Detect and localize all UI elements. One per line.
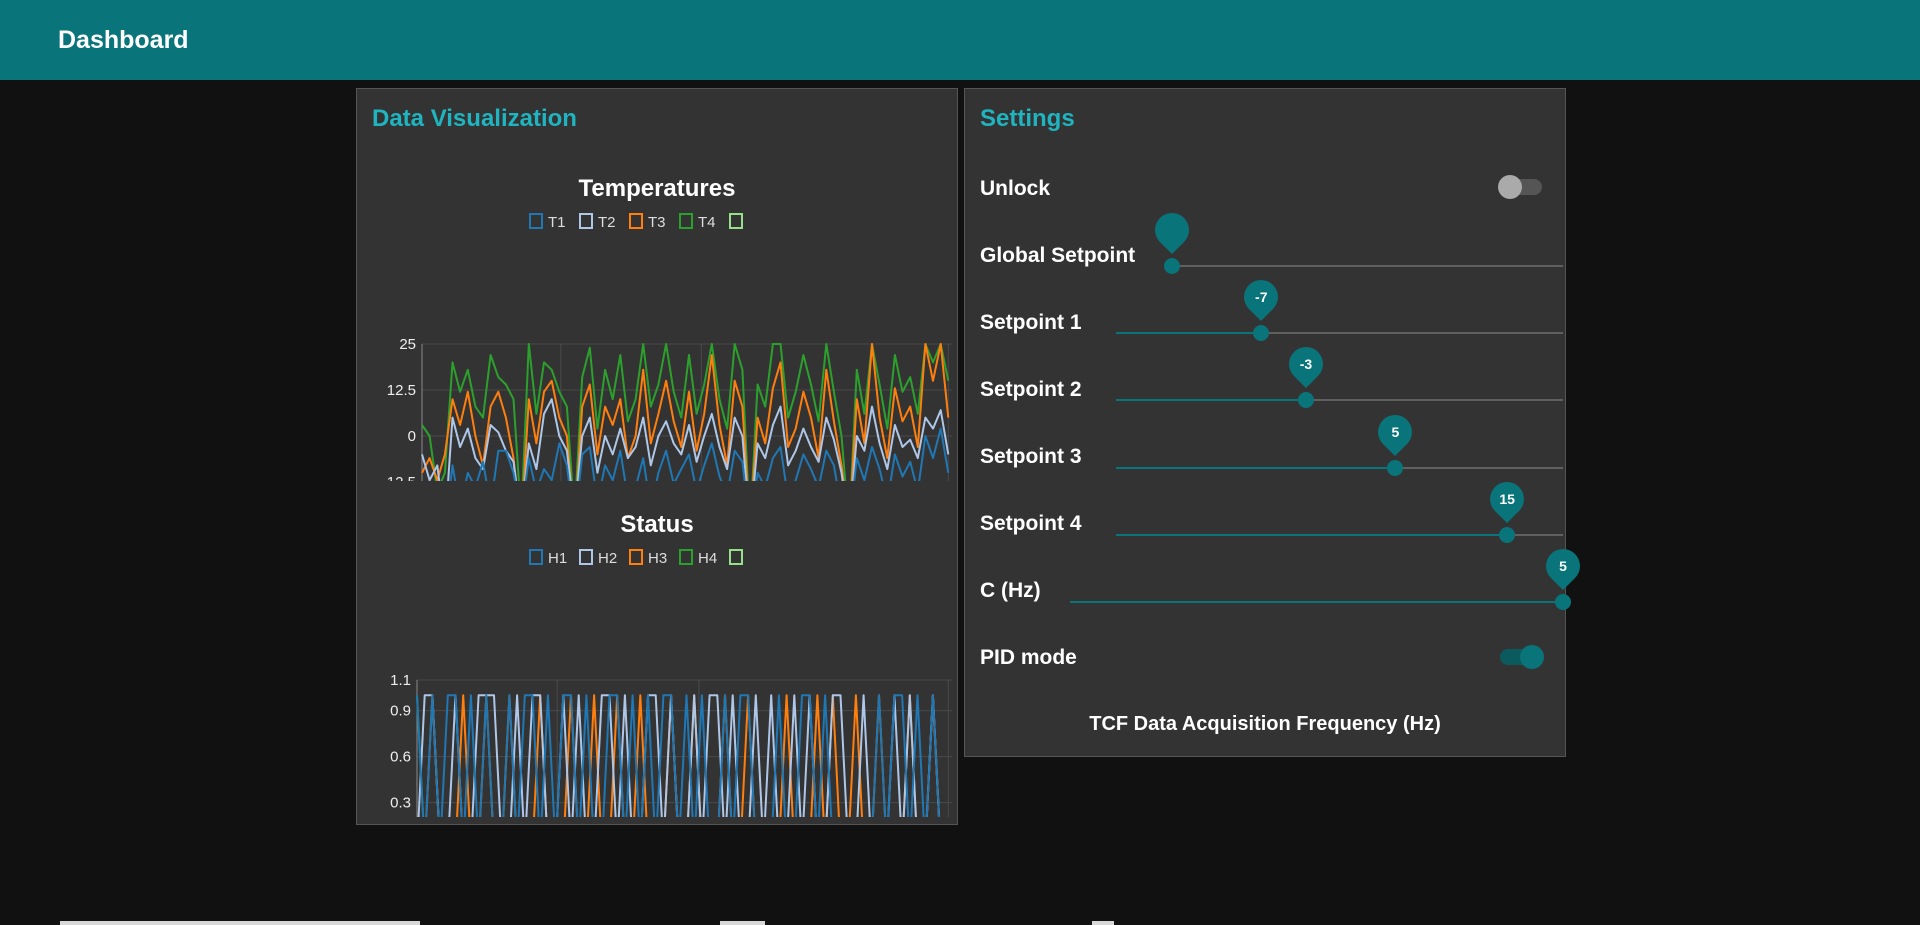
setpoint-2-value: -3 — [1299, 356, 1313, 372]
global-setpoint-slider[interactable] — [1147, 205, 1563, 274]
bottom-scroll-strip — [1092, 921, 1114, 925]
legend-swatch — [679, 213, 693, 229]
y-tick-label: -12.5 — [382, 474, 416, 481]
legend-label: H2 — [598, 550, 617, 567]
y-tick-label: 12.5 — [387, 382, 416, 399]
slider-fill — [1070, 601, 1563, 603]
setpoint-4-value: 15 — [1499, 491, 1515, 507]
unlock-toggle-knob — [1498, 175, 1522, 199]
legend-swatch — [529, 213, 543, 229]
chart-title: Temperatures — [579, 175, 736, 202]
setpoint-2-slider[interactable]: -3 — [1116, 339, 1563, 408]
slider-fill — [1116, 467, 1396, 469]
slider-thumb[interactable] — [1499, 527, 1516, 543]
setpoint-3-label: Setpoint 3 — [980, 445, 1082, 468]
y-tick-label: 0.9 — [390, 703, 411, 720]
legend-swatch — [579, 213, 593, 229]
global-setpoint-label: Global Setpoint — [980, 244, 1136, 267]
data-visualization-card: Data Visualization Temperatures T1 T2 T3 T4 2… — [356, 88, 958, 825]
slider-thumb[interactable] — [1387, 460, 1404, 476]
legend-swatch — [529, 549, 543, 565]
unlock-toggle[interactable] — [1498, 175, 1542, 199]
slider-thumb[interactable] — [1555, 594, 1571, 610]
legend-swatch — [629, 549, 643, 565]
y-tick-label: 0.6 — [390, 749, 411, 766]
bottom-scroll-strip — [720, 921, 765, 925]
y-tick-label: 25 — [399, 336, 416, 353]
setpoint-1-slider[interactable]: -7 — [1116, 272, 1563, 341]
legend-swatch — [579, 549, 593, 565]
setpoint-2-label: Setpoint 2 — [980, 378, 1082, 401]
legend-swatch — [729, 549, 743, 565]
frequency-value: 5 — [1559, 558, 1567, 574]
legend-swatch — [629, 213, 643, 229]
setpoint-3-value: 5 — [1391, 424, 1400, 440]
legend-label: T4 — [698, 214, 716, 231]
series-line-t2 — [421, 398, 950, 481]
top-bar: Dashboard — [0, 0, 1920, 80]
slider-value-pin — [1147, 205, 1197, 255]
settings-title: Settings — [980, 105, 1075, 132]
legend-label: H1 — [548, 550, 567, 567]
legend-label: T1 — [548, 214, 566, 231]
setpoint-1-label: Setpoint 1 — [980, 311, 1082, 334]
pid-mode-toggle[interactable] — [1500, 645, 1544, 669]
slider-thumb[interactable] — [1164, 258, 1180, 274]
frequency-label: C (Hz) — [980, 579, 1041, 602]
slider-thumb[interactable] — [1253, 325, 1270, 341]
setpoint-4-label: Setpoint 4 — [980, 512, 1082, 535]
pid-mode-label: PID mode — [980, 646, 1077, 669]
slider-fill — [1116, 332, 1262, 334]
setpoint-3-slider[interactable]: 5 — [1116, 407, 1563, 476]
legend-swatch — [679, 549, 693, 565]
legend-label: T3 — [648, 214, 666, 231]
legend-swatch — [729, 213, 743, 229]
slider-fill — [1116, 399, 1306, 401]
settings-card: Settings Unlock Global Setpoint Setpoint… — [964, 88, 1588, 757]
frequency-slider[interactable]: 5 — [1070, 541, 1588, 610]
y-tick-label: 1.1 — [390, 672, 411, 689]
chart-title: Status — [620, 511, 693, 538]
legend-label: H3 — [648, 550, 667, 567]
data-visualization-title: Data Visualization — [372, 105, 577, 132]
bottom-scroll-strip — [60, 921, 420, 925]
y-tick-label: 0.3 — [390, 795, 411, 812]
legend-label: H4 — [698, 550, 717, 567]
temperatures-chart: TemperaturesT1T2T3T42512.50-12.5-2516:44… — [382, 175, 952, 481]
setpoint-1-value: -7 — [1255, 289, 1268, 305]
unlock-label: Unlock — [980, 177, 1051, 200]
page-title: Dashboard — [58, 26, 189, 54]
y-tick-label: 0 — [408, 428, 416, 445]
frequency-footer-text: TCF Data Acquisition Frequency (Hz) — [1089, 713, 1441, 735]
slider-fill — [1116, 534, 1508, 536]
pid-mode-toggle-knob — [1520, 645, 1544, 669]
slider-thumb[interactable] — [1297, 392, 1314, 408]
legend-label: T2 — [598, 214, 616, 231]
status-chart: StatusH1H2H3H41.10.90.60.30-0.116:44:161… — [390, 511, 952, 817]
setpoint-4-slider[interactable]: 15 — [1116, 474, 1563, 543]
